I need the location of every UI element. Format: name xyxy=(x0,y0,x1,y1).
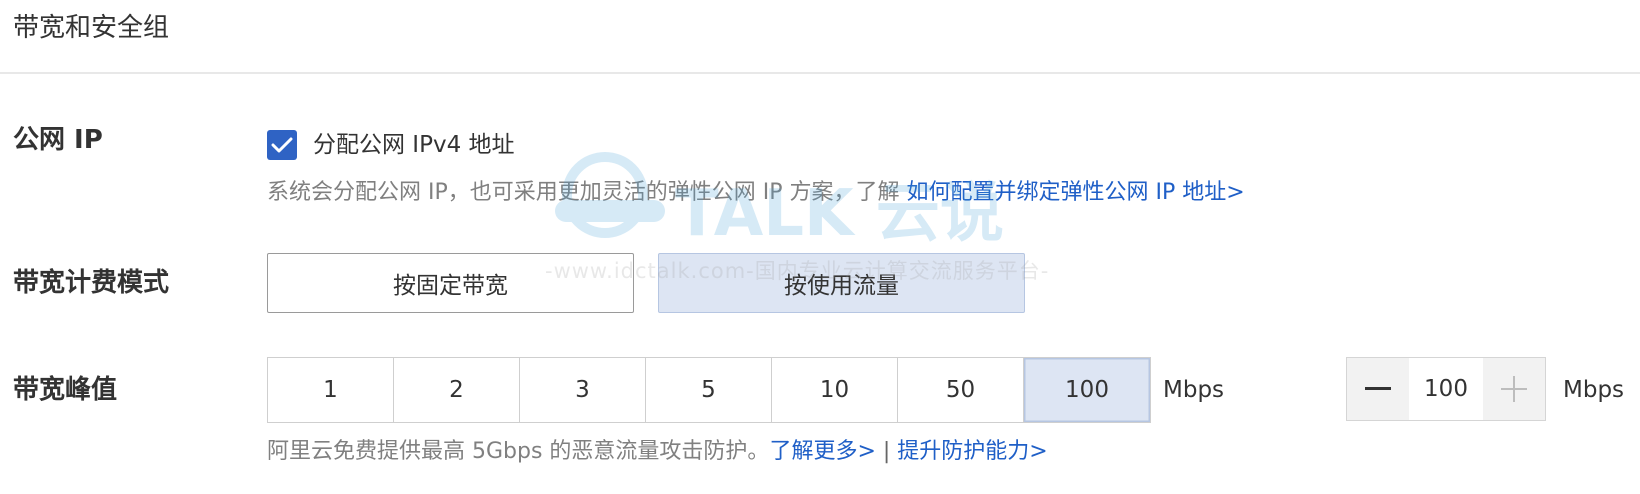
bandwidth-option-50[interactable]: 50 xyxy=(898,358,1024,422)
plus-icon xyxy=(1501,376,1527,402)
bandwidth-stepper: 100 xyxy=(1346,357,1546,421)
checkmark-icon xyxy=(271,137,293,153)
bandwidth-peak-label: 带宽峰值 xyxy=(13,375,118,405)
decrement-button[interactable] xyxy=(1347,358,1409,420)
ddos-help-text: 阿里云免费提供最高 5Gbps 的恶意流量攻击防护。 xyxy=(267,439,770,464)
assign-ipv4-checkbox[interactable] xyxy=(267,130,297,160)
section-title: 带宽和安全组 xyxy=(13,13,170,43)
bandwidth-option-1[interactable]: 1 xyxy=(268,358,394,422)
billing-fixed-bandwidth-button[interactable]: 按固定带宽 xyxy=(267,253,634,313)
public-ip-help-text: 系统会分配公网 IP，也可采用更加灵活的弹性公网 IP 方案，了解 xyxy=(267,180,907,205)
section-divider xyxy=(0,72,1640,74)
learn-more-link[interactable]: 了解更多> xyxy=(769,439,875,464)
assign-ipv4-label: 分配公网 IPv4 地址 xyxy=(313,132,515,158)
bandwidth-option-2[interactable]: 2 xyxy=(394,358,520,422)
bandwidth-option-100[interactable]: 100 xyxy=(1024,358,1150,422)
increment-button[interactable] xyxy=(1483,358,1545,420)
bandwidth-options: 1 2 3 5 10 50 100 xyxy=(267,357,1151,423)
minus-icon xyxy=(1365,387,1391,390)
bandwidth-option-3[interactable]: 3 xyxy=(520,358,646,422)
bandwidth-stepper-value[interactable]: 100 xyxy=(1409,358,1483,420)
billing-usage-button[interactable]: 按使用流量 xyxy=(658,253,1025,313)
bandwidth-option-10[interactable]: 10 xyxy=(772,358,898,422)
bandwidth-option-5[interactable]: 5 xyxy=(646,358,772,422)
eip-config-link[interactable]: 如何配置并绑定弹性公网 IP 地址> xyxy=(906,180,1244,205)
bandwidth-help: 阿里云免费提供最高 5Gbps 的恶意流量攻击防护。了解更多> | 提升防护能力… xyxy=(267,436,1048,468)
bandwidth-unit: Mbps xyxy=(1163,377,1225,403)
upgrade-protection-link[interactable]: 提升防护能力> xyxy=(897,439,1047,464)
link-separator: | xyxy=(875,439,898,464)
public-ip-help: 系统会分配公网 IP，也可采用更加灵活的弹性公网 IP 方案，了解 如何配置并绑… xyxy=(267,177,1245,209)
billing-mode-label: 带宽计费模式 xyxy=(13,268,170,298)
public-ip-label: 公网 IP xyxy=(13,125,103,155)
stepper-unit: Mbps xyxy=(1563,377,1625,403)
